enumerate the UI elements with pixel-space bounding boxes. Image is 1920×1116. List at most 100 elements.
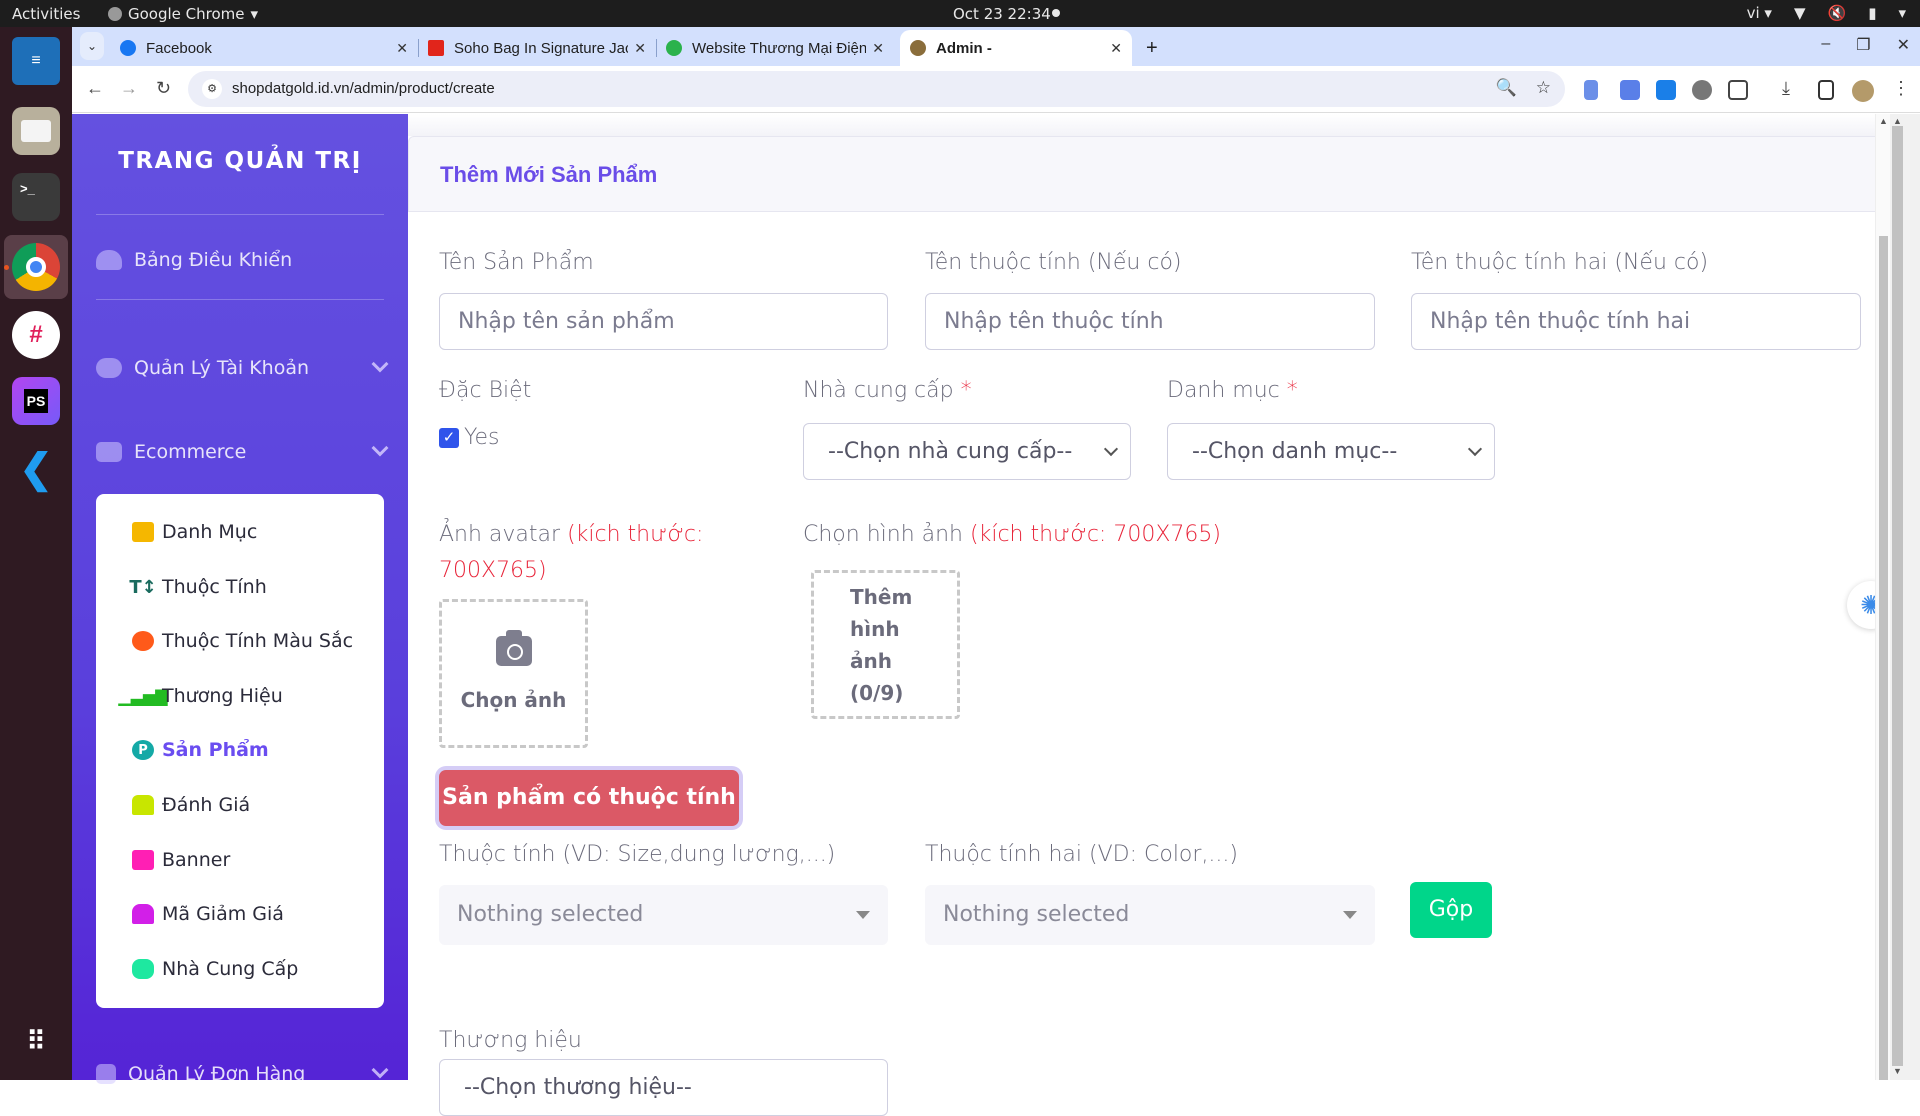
browser-toolbar: ← → ↻ ⚙ shopdatgold.id.vn/admin/product/… bbox=[72, 66, 1920, 113]
bug-extension-icon[interactable] bbox=[1692, 80, 1712, 100]
translate-extension-icon[interactable] bbox=[1620, 80, 1640, 100]
ecommerce-submenu: Danh Mục T↕ Thuộc Tính Thuộc Tính Màu Sắc… bbox=[96, 494, 384, 1008]
merge-button[interactable]: Gộp bbox=[1410, 882, 1492, 938]
forward-icon[interactable]: → bbox=[120, 78, 138, 99]
extension-icon[interactable] bbox=[1584, 80, 1598, 100]
tab-website[interactable]: Website Thương Mại Điện Tử ✕ bbox=[656, 30, 894, 66]
window-scrollbar[interactable]: ▲ ▼ bbox=[1890, 114, 1920, 1080]
files-icon[interactable] bbox=[12, 107, 60, 155]
bookmark-star-icon[interactable]: ☆ bbox=[1536, 78, 1551, 98]
avatar-upload-box[interactable]: Chọn ảnh bbox=[439, 599, 588, 748]
language-indicator[interactable]: vi ▾ bbox=[1747, 4, 1772, 22]
address-bar[interactable]: ⚙ shopdatgold.id.vn/admin/product/create… bbox=[188, 71, 1565, 107]
scrollbar-thumb[interactable] bbox=[1892, 126, 1903, 1066]
brand-label: Thương hiệu bbox=[439, 1028, 582, 1053]
tab-admin[interactable]: Admin - ✕ bbox=[900, 30, 1132, 66]
new-tab-button[interactable]: + bbox=[1136, 30, 1168, 66]
system-tray[interactable]: vi ▾ ▼ 🔇 ▮ ▾ bbox=[1747, 4, 1906, 22]
sidebar-item-orders[interactable]: Quản Lý Đơn Hàng bbox=[96, 1058, 389, 1090]
submenu-item-attribute[interactable]: T↕ Thuộc Tính bbox=[129, 573, 266, 601]
minimize-icon[interactable]: – bbox=[1821, 35, 1830, 55]
brand-select[interactable]: --Chọn thương hiệu-- bbox=[439, 1059, 888, 1116]
submenu-item-review[interactable]: Đánh Giá bbox=[132, 791, 250, 819]
sidebar-item-dashboard[interactable]: Bảng Điều Khiển bbox=[96, 244, 386, 276]
app-menu[interactable]: Google Chrome ▾ bbox=[108, 5, 258, 23]
slack-icon[interactable]: # bbox=[12, 311, 60, 359]
dashboard-icon bbox=[96, 250, 122, 270]
supplier-label: Nhà cung cấp * bbox=[803, 378, 972, 403]
running-indicator bbox=[4, 265, 9, 270]
attr-select-label: Thuộc tính (VD: Size,dung lương,...) bbox=[439, 842, 836, 867]
profile-avatar[interactable] bbox=[1852, 80, 1874, 102]
has-attributes-button[interactable]: Sản phẩm có thuộc tính bbox=[439, 770, 739, 826]
supplier-select[interactable]: --Chọn nhà cung cấp-- bbox=[803, 423, 1131, 480]
close-window-icon[interactable]: ✕ bbox=[1897, 35, 1910, 55]
terminal-icon[interactable]: >_ bbox=[12, 173, 60, 221]
zoom-icon[interactable]: 🔍 bbox=[1496, 78, 1517, 98]
vscode-icon[interactable]: ❮ bbox=[12, 445, 60, 493]
close-tab-icon[interactable]: ✕ bbox=[872, 40, 884, 57]
tab-facebook[interactable]: Facebook ✕ bbox=[110, 30, 419, 66]
activities-button[interactable]: Activities bbox=[12, 5, 80, 23]
handshake-icon bbox=[132, 959, 154, 979]
chrome-menu-icon[interactable]: ⋮ bbox=[1892, 78, 1910, 99]
sidebar-item-accounts[interactable]: Quản Lý Tài Khoản bbox=[96, 352, 389, 384]
images-upload-box[interactable]: Thêm hình ảnh (0/9) bbox=[811, 570, 960, 719]
close-tab-icon[interactable]: ✕ bbox=[1110, 40, 1122, 57]
special-yes-label: Yes bbox=[464, 425, 500, 450]
page-title: Thêm Mới Sản Phẩm bbox=[440, 162, 658, 187]
tab-soho-bag[interactable]: Soho Bag In Signature Jacquard ✕ bbox=[418, 30, 657, 66]
submenu-item-banner[interactable]: Banner bbox=[132, 846, 230, 874]
water-extension-icon[interactable] bbox=[1656, 80, 1676, 100]
product-name-input[interactable]: Nhập tên sản phẩm bbox=[439, 293, 888, 350]
attr2-select-label: Thuộc tính hai (VD: Color,...) bbox=[925, 842, 1238, 867]
submenu-item-product[interactable]: P Sản Phẩm bbox=[132, 736, 269, 764]
chevron-down-icon bbox=[371, 439, 389, 457]
clock[interactable]: Oct 23 22:34 bbox=[953, 5, 1051, 23]
phpstorm-icon[interactable]: PS bbox=[12, 377, 60, 425]
side-panel-icon[interactable] bbox=[1818, 80, 1834, 100]
url-text[interactable]: shopdatgold.id.vn/admin/product/create bbox=[232, 80, 495, 97]
divider bbox=[96, 299, 384, 300]
divider bbox=[96, 214, 384, 215]
submenu-item-coupon[interactable]: Mã Giảm Giá bbox=[132, 900, 284, 928]
tab-search-button[interactable]: ⌄ bbox=[80, 32, 104, 60]
adobe-icon bbox=[428, 40, 444, 56]
sidebar-item-ecommerce[interactable]: Ecommerce bbox=[96, 436, 389, 468]
reload-icon[interactable]: ↻ bbox=[156, 78, 171, 99]
special-checkbox[interactable]: ✓ bbox=[439, 428, 459, 448]
browser-tab-strip: ⌄ Facebook ✕ Soho Bag In Signature Jacqu… bbox=[72, 27, 1920, 66]
restore-icon[interactable]: ❐ bbox=[1856, 35, 1870, 55]
attr-multiselect[interactable]: Nothing selected bbox=[439, 885, 888, 945]
shopify-icon bbox=[96, 1064, 116, 1084]
category-select[interactable]: --Chọn danh mục-- bbox=[1167, 423, 1495, 480]
category-label: Danh mục * bbox=[1167, 378, 1298, 403]
images-label: Chọn hình ảnh (kích thước: 700X765) bbox=[803, 522, 1221, 547]
window-controls: – ❐ ✕ bbox=[1821, 35, 1910, 55]
special-label: Đặc Biệt bbox=[439, 378, 532, 403]
submenu-item-supplier[interactable]: Nhà Cung Cấp bbox=[132, 955, 298, 983]
system-menu-chevron-icon[interactable]: ▾ bbox=[1898, 4, 1906, 22]
signal-icon: ▁▃▅▇ bbox=[118, 686, 168, 706]
avatar-label: Ảnh avatar (kích thước: 700X765) bbox=[439, 522, 704, 583]
site-info-icon[interactable]: ⚙ bbox=[202, 79, 222, 99]
submenu-item-brand[interactable]: ▁▃▅▇ Thương Hiệu bbox=[118, 682, 282, 710]
submenu-item-color-attribute[interactable]: Thuộc Tính Màu Sắc bbox=[132, 627, 353, 655]
close-tab-icon[interactable]: ✕ bbox=[396, 40, 408, 57]
submenu-item-category[interactable]: Danh Mục bbox=[132, 518, 257, 546]
chevron-down-icon bbox=[371, 1061, 389, 1079]
app-grid-icon[interactable]: ⠿ bbox=[12, 1017, 60, 1065]
attr2-name-input[interactable]: Nhập tên thuộc tính hai bbox=[1411, 293, 1861, 350]
caret-down-icon bbox=[856, 911, 870, 919]
close-tab-icon[interactable]: ✕ bbox=[634, 40, 646, 57]
scrollbar-thumb[interactable] bbox=[1879, 236, 1888, 1080]
back-icon[interactable]: ← bbox=[86, 78, 104, 99]
extensions-puzzle-icon[interactable] bbox=[1728, 80, 1748, 100]
chevron-down-icon bbox=[1103, 441, 1119, 457]
download-icon[interactable]: ⤓ bbox=[1782, 78, 1790, 99]
chrome-icon[interactable] bbox=[12, 243, 60, 291]
attr-name-input[interactable]: Nhập tên thuộc tính bbox=[925, 293, 1375, 350]
libreoffice-writer-icon[interactable]: ≡ bbox=[12, 37, 60, 85]
attr2-multiselect[interactable]: Nothing selected bbox=[925, 885, 1375, 945]
page-scrollbar[interactable]: ▲ bbox=[1875, 114, 1890, 1080]
